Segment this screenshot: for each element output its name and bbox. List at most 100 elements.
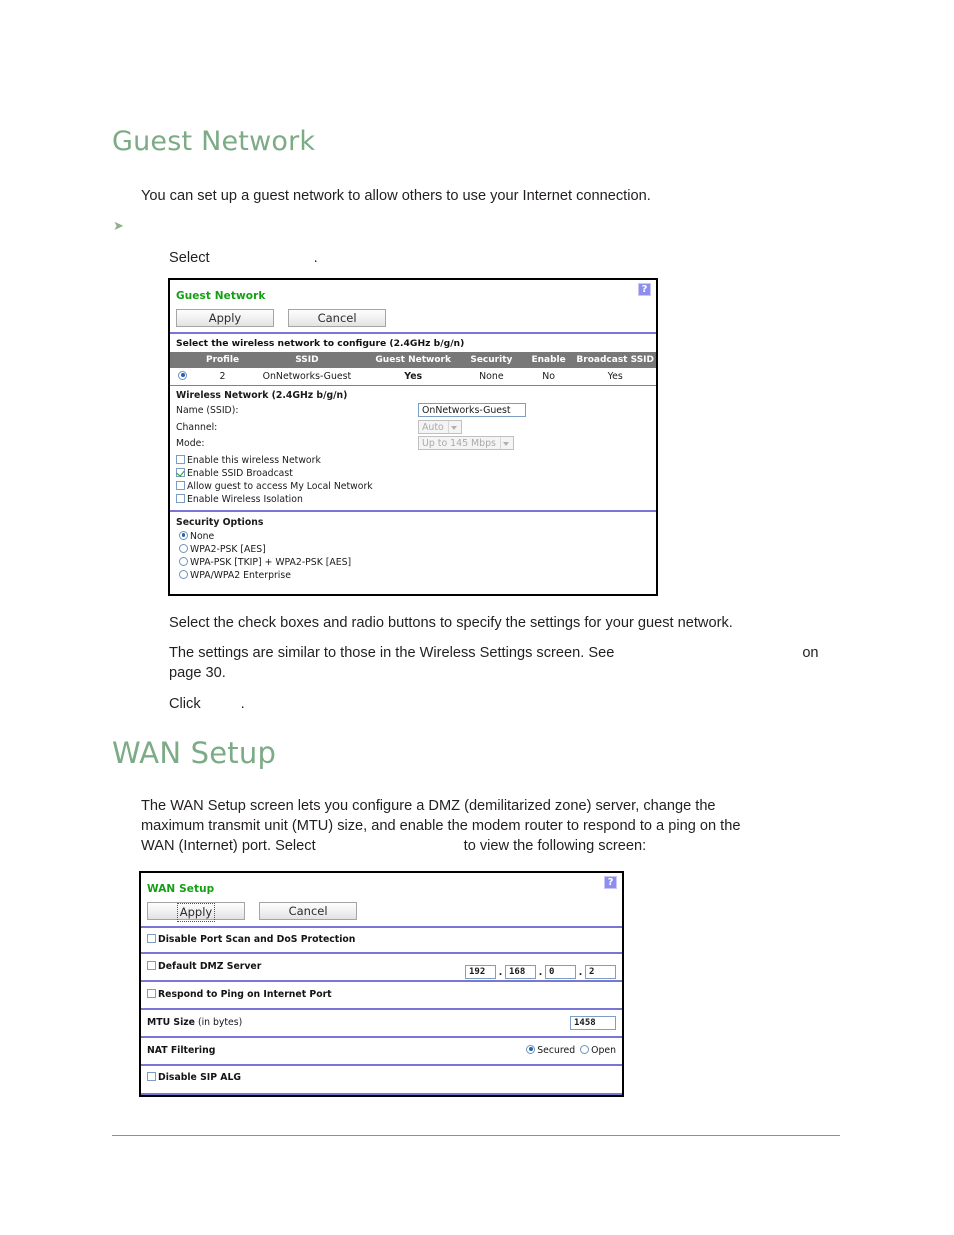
help-icon[interactable]: ? — [638, 283, 651, 296]
radio-label: WPA/WPA2 Enterprise — [190, 569, 291, 581]
wan-panel-title: WAN Setup — [147, 883, 215, 895]
column-header-select — [170, 351, 198, 368]
radio-security-wpa-enterprise[interactable]: WPA/WPA2 Enterprise — [176, 569, 650, 582]
click-prefix: Click — [169, 696, 201, 712]
column-header-security: Security — [459, 351, 523, 368]
security-wpa-enterprise-radio[interactable] — [179, 569, 188, 579]
step-arrow-bullet-icon: ➤ — [113, 218, 124, 233]
disable-sip-alg-label: Disable SIP ALG — [158, 1071, 242, 1083]
cancel-button-label: Cancel — [317, 310, 357, 325]
radio-security-none[interactable]: None — [176, 530, 650, 543]
cancel-button[interactable]: Cancel — [259, 901, 358, 920]
apply-button[interactable]: Apply — [176, 308, 274, 327]
select-divider — [448, 421, 449, 433]
security-none-radio[interactable] — [179, 530, 188, 540]
after-text-2b: on — [802, 645, 819, 661]
respond-to-ping-checkbox[interactable] — [147, 988, 156, 998]
after-text-2c: page 30. — [169, 665, 226, 681]
wan-intro-line-2: maximum transmit unit (MTU) size, and en… — [141, 818, 741, 834]
radio-label: WPA2-PSK [AES] — [190, 543, 266, 555]
after-text-2a: The settings are similar to those in the… — [169, 645, 615, 661]
cancel-button[interactable]: Cancel — [288, 308, 387, 327]
ssid-input[interactable]: OnNetworks-Guest — [418, 403, 526, 417]
cell-guest-network: Yes — [404, 370, 423, 382]
respond-to-ping-label: Respond to Ping on Internet Port — [158, 988, 332, 1000]
checkbox-label: Enable SSID Broadcast — [187, 468, 293, 479]
profile-select-radio[interactable] — [178, 370, 188, 380]
apply-button-label: Apply — [208, 310, 242, 325]
disable-port-scan-checkbox[interactable] — [147, 933, 156, 943]
cell-security: None — [479, 370, 504, 382]
row-disable-port-scan[interactable]: Disable Port Scan and DoS Protection — [141, 928, 622, 952]
wan-panel-header: WAN Setup ? — [141, 873, 622, 897]
row-respond-to-ping[interactable]: Respond to Ping on Internet Port — [141, 982, 622, 1008]
select-network-label: Select the wireless network to configure… — [176, 337, 465, 349]
checkbox-enable-wireless-isolation[interactable]: Enable Wireless Isolation — [176, 493, 650, 506]
column-header-profile: Profile — [197, 351, 248, 368]
cell-ssid: OnNetworks-Guest — [262, 370, 352, 382]
radio-label: WPA-PSK [TKIP] + WPA2-PSK [AES] — [190, 556, 352, 568]
column-header-enable: Enable — [522, 351, 575, 368]
wireless-network-form: Wireless Network (2.4GHz b/g/n) Name (SS… — [170, 386, 656, 510]
page-title-wan-setup: WAN Setup — [112, 736, 277, 770]
column-header-broadcast-ssid: Broadcast SSID — [574, 351, 656, 368]
mtu-size-units-label: (in bytes) — [197, 1016, 243, 1028]
step-select-instruction: Select. — [169, 248, 669, 268]
guest-network-click-instruction: Click. — [169, 694, 669, 714]
enable-wireless-isolation-checkbox[interactable] — [176, 494, 185, 503]
checkbox-enable-ssid-broadcast[interactable]: Enable SSID Broadcast — [176, 467, 650, 480]
dmz-ip-octet-4[interactable]: 2 — [585, 965, 616, 979]
checkbox-enable-wireless-network[interactable]: Enable this wireless Network — [176, 454, 650, 467]
checkbox-label: Enable this wireless Network — [187, 455, 321, 466]
security-wpa-psk-mixed-radio[interactable] — [179, 556, 188, 566]
allow-guest-local-network-checkbox[interactable] — [176, 481, 185, 490]
nat-open-radio[interactable] — [580, 1044, 590, 1054]
wan-setup-intro-paragraph: The WAN Setup screen lets you configure … — [141, 796, 861, 856]
enable-wireless-network-checkbox[interactable] — [176, 455, 185, 464]
disable-sip-alg-checkbox[interactable] — [147, 1071, 156, 1081]
checkbox-label: Allow guest to access My Local Network — [187, 481, 373, 492]
nat-secured-radio[interactable] — [526, 1044, 536, 1054]
cell-enable: No — [542, 370, 555, 382]
name-ssid-label: Name (SSID): — [176, 405, 239, 416]
wireless-section-label: Wireless Network (2.4GHz b/g/n) — [176, 390, 348, 401]
radio-security-wpa-psk-mixed[interactable]: WPA-PSK [TKIP] + WPA2-PSK [AES] — [176, 556, 650, 569]
security-wpa2-psk-radio[interactable] — [179, 543, 188, 553]
dmz-ip-octet-2[interactable]: 168 — [505, 965, 536, 979]
table-row[interactable]: 2 OnNetworks-Guest Yes None No Yes — [170, 368, 656, 385]
mode-row: Mode: Up to 145 Mbps — [176, 436, 650, 454]
apply-button-label: Apply — [176, 902, 216, 922]
page-footer-rule — [112, 1135, 840, 1136]
dmz-ip-octet-3[interactable]: 0 — [545, 965, 576, 979]
disable-port-scan-label: Disable Port Scan and DoS Protection — [158, 933, 356, 945]
checkbox-allow-guest-local-network[interactable]: Allow guest to access My Local Network — [176, 480, 650, 493]
row-default-dmz-server[interactable]: Default DMZ Server 192. 168. 0. 2 — [141, 954, 622, 980]
apply-button[interactable]: Apply — [147, 901, 245, 922]
step-select-suffix: . — [313, 250, 318, 266]
channel-select[interactable]: Auto — [418, 420, 462, 434]
mode-select[interactable]: Up to 145 Mbps — [418, 436, 514, 450]
enable-ssid-broadcast-checkbox[interactable] — [176, 468, 185, 477]
nat-filtering-options: Secured Open — [521, 1038, 616, 1064]
name-ssid-row: Name (SSID): OnNetworks-Guest — [176, 403, 650, 421]
checkbox-label: Enable Wireless Isolation — [187, 494, 303, 505]
step-select-prefix: Select — [169, 250, 210, 266]
help-icon[interactable]: ? — [604, 876, 617, 889]
row-nat-filtering: NAT Filtering Secured Open — [141, 1038, 622, 1064]
click-suffix: . — [240, 696, 245, 712]
wan-intro-line-4: to view the following screen: — [463, 838, 647, 854]
guest-panel-title: Guest Network — [176, 290, 266, 302]
default-dmz-server-checkbox[interactable] — [147, 960, 156, 970]
row-disable-sip-alg[interactable]: Disable SIP ALG — [141, 1066, 622, 1090]
guest-network-intro-paragraph: You can set up a guest network to allow … — [141, 188, 651, 204]
dmz-ip-octet-1[interactable]: 192 — [465, 965, 496, 979]
nat-filtering-label: NAT Filtering — [147, 1044, 216, 1056]
guest-panel-button-row: Apply Cancel — [170, 304, 656, 332]
mtu-size-input[interactable]: 1458 — [570, 1015, 616, 1030]
radio-security-wpa2-psk-aes[interactable]: WPA2-PSK [AES] — [176, 543, 650, 556]
row-select-cell[interactable] — [170, 368, 198, 385]
mode-label: Mode: — [176, 438, 205, 449]
select-divider — [500, 437, 501, 449]
cell-profile: 2 — [219, 370, 226, 382]
channel-row: Channel: Auto — [176, 420, 650, 437]
